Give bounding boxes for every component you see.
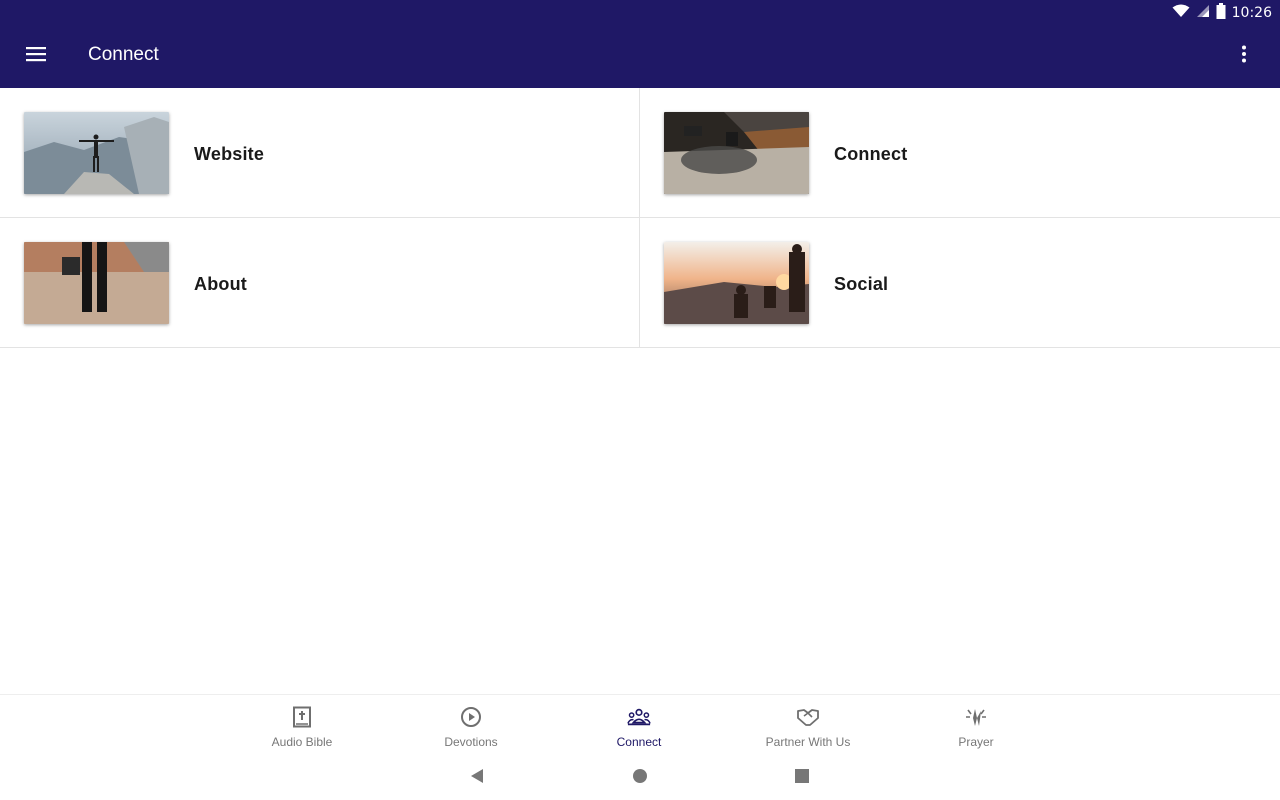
handshake-icon [796,705,820,729]
nav-label: Prayer [958,735,994,749]
about-thumbnail [24,242,169,324]
nav-label: Partner With Us [765,735,851,749]
menu-button[interactable] [14,37,58,75]
more-vert-icon [1241,45,1247,68]
praying-hands-icon [964,705,988,729]
status-time: 10:26 [1231,5,1272,21]
status-bar: 10:26 [0,0,1280,25]
connect-thumbnail [664,112,809,194]
signal-icon [1196,4,1210,23]
grid-item-label: Website [194,144,265,164]
nav-label: Connect [616,735,662,749]
home-button[interactable] [628,766,652,790]
nav-prayer[interactable]: Prayer [906,695,1046,757]
nav-label: Audio Bible [271,735,333,749]
battery-icon [1216,2,1226,24]
wifi-icon [1172,4,1190,23]
page-title: Connect [88,44,159,65]
bottom-navigation: Audio Bible Devotions Connect Partner Wi… [0,694,1280,756]
system-navigation-bar [0,756,1280,800]
recents-button[interactable] [790,766,814,790]
home-icon [632,768,648,789]
overflow-menu-button[interactable] [1222,37,1266,75]
coffee-table-interior-photo [664,112,809,194]
play-circle-icon [459,705,483,729]
sunset-people-silhouette-photo [664,242,809,324]
back-icon [469,768,485,789]
app-bar: Connect [0,25,1280,88]
nav-partner-with-us[interactable]: Partner With Us [738,695,878,757]
mountain-cliff-person-photo [24,112,169,194]
hamburger-menu-icon [26,46,46,67]
status-icons: 10:26 [1172,2,1272,24]
grid-item-label: About [194,274,247,294]
nav-connect[interactable]: Connect [569,695,709,757]
website-thumbnail [24,112,169,194]
recents-icon [794,768,810,789]
grid-item-website[interactable]: Website [0,88,640,218]
grid-item-connect[interactable]: Connect [640,88,1280,218]
grid-item-label: Connect [834,144,908,164]
grid-item-social[interactable]: Social [640,218,1280,348]
social-thumbnail [664,242,809,324]
grid-item-label: Social [834,274,889,294]
bible-book-icon [290,705,314,729]
nav-label: Devotions [444,735,498,749]
grid-item-about[interactable]: About [0,218,640,348]
person-standing-desert-photo [24,242,169,324]
nav-devotions[interactable]: Devotions [401,695,541,757]
people-group-icon [627,705,651,729]
nav-audio-bible[interactable]: Audio Bible [232,695,372,757]
back-button[interactable] [465,766,489,790]
